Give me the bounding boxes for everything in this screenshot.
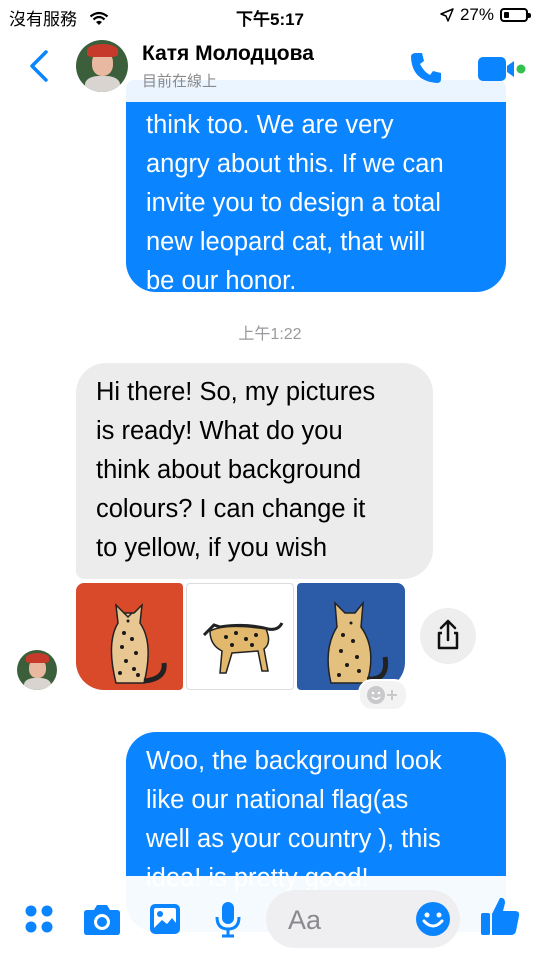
battery-status: 27% [440,5,531,25]
message-line: Hi there! So, my pictures [96,378,376,406]
message-line: Woo, the background look [146,747,442,775]
location-arrow-icon [440,8,454,22]
message-input[interactable]: Aa [266,890,460,948]
phone-icon[interactable] [408,50,444,86]
message-line: think too. We are very [146,111,394,139]
chat-header: Катя Молодцова 目前在線上 [0,30,540,102]
leopard-cat-image [327,600,389,684]
message-line: new leopard cat, that will [146,228,426,256]
message-line: invite you to design a total [146,189,441,217]
battery-percent: 27% [459,5,494,24]
back-chevron-icon[interactable] [24,48,54,84]
emoji-icon[interactable] [414,900,452,938]
contact-name[interactable]: Катя Молодцова [142,42,314,66]
smiley-plus-icon [367,686,397,704]
message-line: colours? I can change it [96,495,366,523]
leopard-cat-image [202,622,284,674]
camera-icon[interactable] [83,902,121,936]
conversation-area[interactable]: think too. We are very angry about this.… [0,0,540,960]
microphone-icon[interactable] [214,900,242,938]
composer-bar: Aa [0,876,540,960]
message-line: angry about this. If we can [146,150,444,178]
share-icon [437,619,459,650]
gallery-icon[interactable] [148,902,182,936]
photo-attachment-white[interactable] [186,583,294,690]
contact-avatar[interactable] [76,40,128,92]
photo-attachment-blue[interactable] [297,583,405,690]
message-line: well as your country ), this [146,825,441,853]
outgoing-message[interactable]: think too. We are very angry about this.… [126,80,506,295]
presence-status: 目前在線上 [142,73,218,90]
incoming-message[interactable]: Hi there! So, my pictures is ready! What… [76,363,433,579]
message-line: is ready! What do you [96,417,343,445]
message-timestamp: 上午1:22 [238,326,302,343]
message-line: to yellow, if you wish [96,534,328,562]
status-bar: 沒有服務 下午5:17 27% [0,0,540,30]
apps-grid-icon[interactable] [24,904,54,934]
share-button[interactable] [420,608,476,664]
message-line: like our national flag(as [146,786,409,814]
message-line: think about background [96,456,362,484]
leopard-cat-image [110,602,167,684]
sender-avatar[interactable] [17,650,57,690]
add-reaction-button[interactable] [358,679,408,711]
online-indicator [516,64,526,74]
thumbs-up-icon[interactable] [478,894,522,938]
photo-attachment-red[interactable] [76,583,183,690]
message-line: be our honor. [146,267,297,295]
video-camera-icon[interactable] [476,54,526,84]
battery-icon [500,8,531,22]
message-placeholder: Aa [288,905,322,935]
